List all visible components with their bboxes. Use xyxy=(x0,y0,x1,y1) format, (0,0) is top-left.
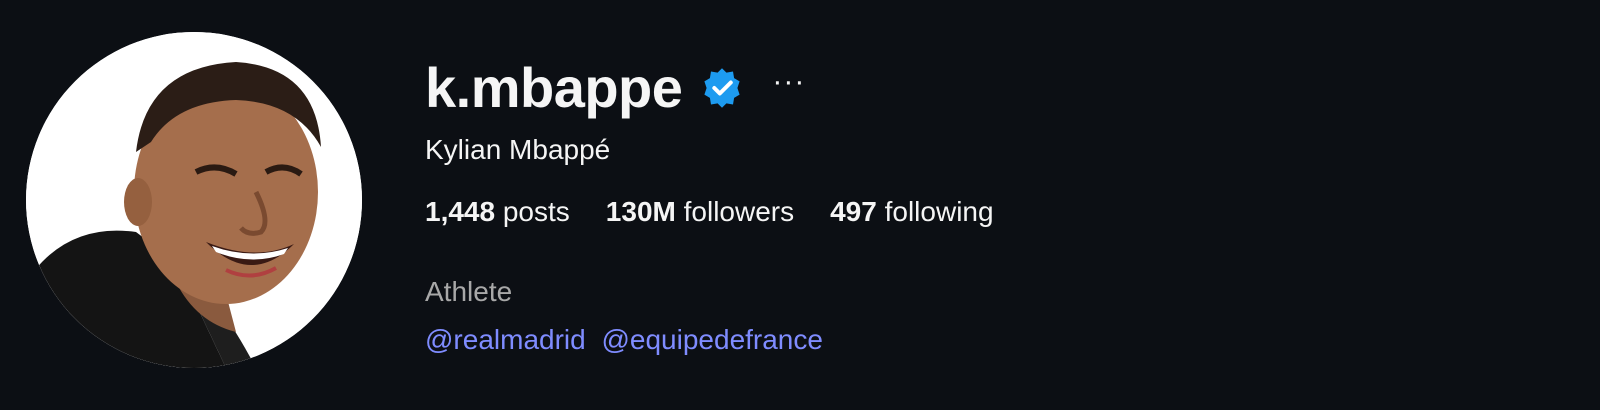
avatar-photo xyxy=(26,32,362,368)
followers-label: followers xyxy=(683,196,795,227)
posts-number: 1,448 xyxy=(425,196,496,227)
posts-count[interactable]: 1,448 posts xyxy=(425,194,570,230)
username: k.mbappe xyxy=(425,56,683,119)
verified-badge-icon xyxy=(700,66,744,110)
posts-label: posts xyxy=(502,196,570,227)
link-realmadrid[interactable]: @realmadrid xyxy=(425,324,586,355)
username-row: k.mbappe ··· xyxy=(425,54,1525,122)
profile-avatar[interactable] xyxy=(26,32,362,368)
full-name: Kylian Mbappé xyxy=(425,134,611,165)
following-count[interactable]: 497 following xyxy=(830,194,993,230)
bio-links: @realmadrid @equipedefrance xyxy=(425,322,1525,358)
profile-info: k.mbappe ··· Kylian Mbappé 1,448 posts 1… xyxy=(425,54,1525,358)
followers-number: 130M xyxy=(605,196,676,227)
link-equipedefrance[interactable]: @equipedefrance xyxy=(601,324,822,355)
following-number: 497 xyxy=(830,196,877,227)
profile-stats: 1,448 posts 130M followers 497 following xyxy=(425,194,1525,230)
profile-category: Athlete xyxy=(425,276,513,307)
more-options-icon[interactable]: ··· xyxy=(768,67,809,109)
followers-count[interactable]: 130M followers xyxy=(606,194,794,230)
following-label: following xyxy=(884,196,994,227)
